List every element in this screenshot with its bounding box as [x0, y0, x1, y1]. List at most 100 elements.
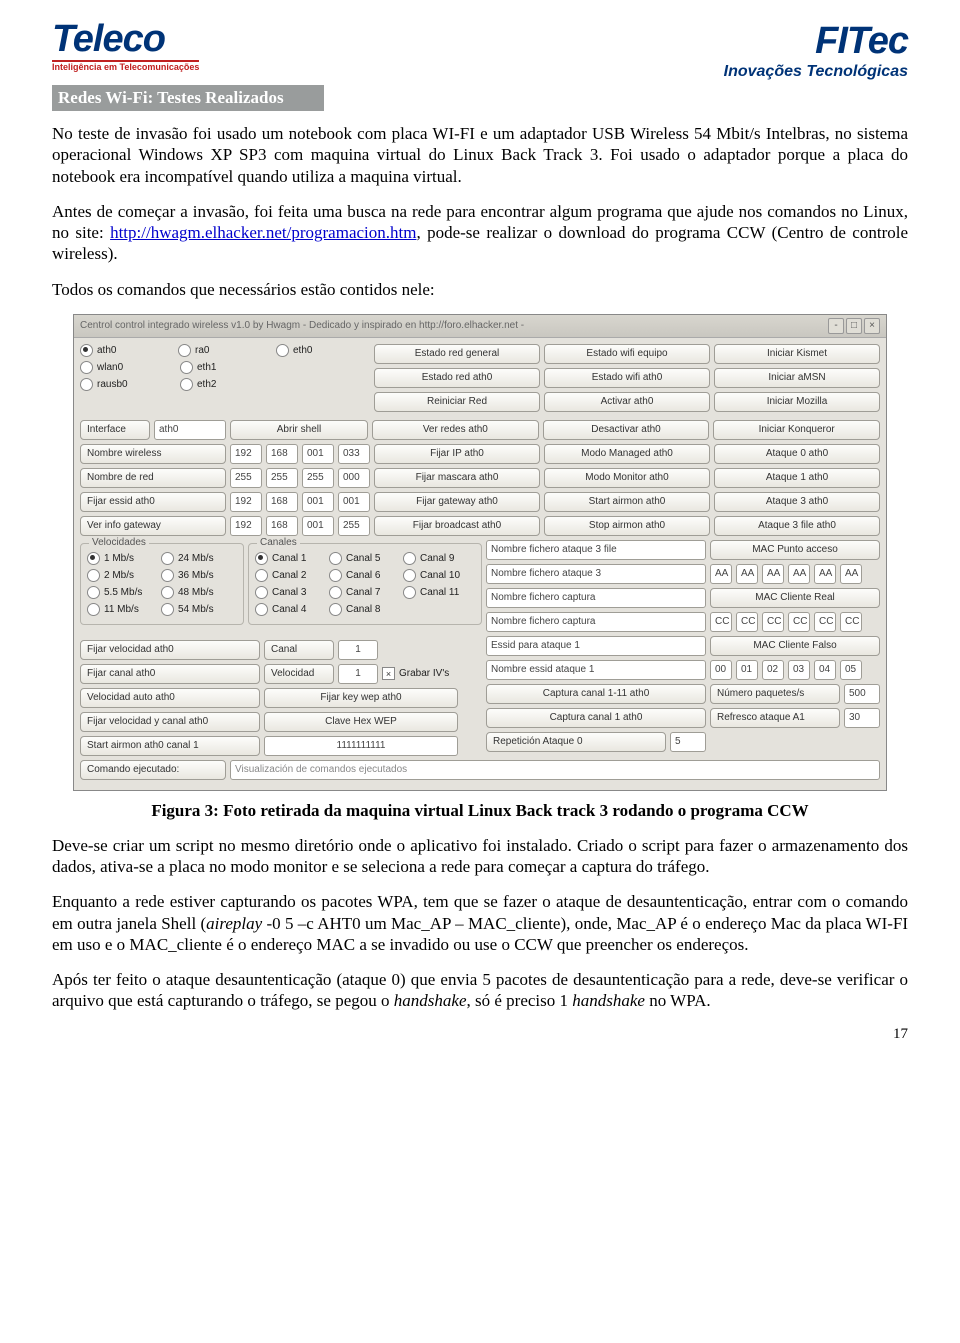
fijar-vel-canal-button[interactable]: Fijar velocidad y canal ath0: [80, 712, 260, 732]
gw-o4[interactable]: 001: [338, 492, 370, 512]
ip1-o4[interactable]: 033: [338, 444, 370, 464]
grabar-ivs-checkbox[interactable]: ×Grabar IV's: [382, 664, 449, 684]
reiniciar-red-button[interactable]: Reiniciar Red: [374, 392, 540, 412]
bc-o1[interactable]: 192: [230, 516, 262, 536]
fijar-key-wep-button[interactable]: Fijar key wep ath0: [264, 688, 458, 708]
num-paquetes-input[interactable]: 500: [844, 684, 880, 704]
refresco-input[interactable]: 30: [844, 708, 880, 728]
canal-2[interactable]: Canal 2: [255, 569, 325, 582]
canal-1[interactable]: Canal 1: [255, 552, 325, 565]
fijar-ip-button[interactable]: Fijar IP ath0: [374, 444, 540, 464]
minimize-icon[interactable]: -: [828, 318, 844, 334]
vel-48[interactable]: 48 Mb/s: [161, 586, 214, 599]
maximize-icon[interactable]: □: [846, 318, 862, 334]
fijar-velocidad-button[interactable]: Fijar velocidad ath0: [80, 640, 260, 660]
iniciar-kismet-button[interactable]: Iniciar Kismet: [714, 344, 880, 364]
iface-eth2[interactable]: eth2: [180, 378, 276, 391]
mac-cf-1[interactable]: 00: [710, 660, 732, 680]
ataque3-file-button[interactable]: Ataque 3 file ath0: [714, 516, 880, 536]
velocidad-auto-button[interactable]: Velocidad auto ath0: [80, 688, 260, 708]
iface-ra0[interactable]: ra0: [178, 344, 272, 357]
vel-24[interactable]: 24 Mb/s: [161, 552, 214, 565]
fijar-essid-button[interactable]: Fijar essid ath0: [80, 492, 226, 512]
mac-cf-2[interactable]: 01: [736, 660, 758, 680]
canal-3[interactable]: Canal 3: [255, 586, 325, 599]
mask-o4[interactable]: 000: [338, 468, 370, 488]
iface-eth0[interactable]: eth0: [276, 344, 370, 357]
vel-1[interactable]: 1 Mb/s: [87, 552, 157, 565]
iface-wlan0[interactable]: wlan0: [80, 361, 176, 374]
fichero-captura1-input[interactable]: Nombre fichero captura: [486, 588, 706, 608]
iniciar-amsn-button[interactable]: Iniciar aMSN: [714, 368, 880, 388]
nombre-wireless-button[interactable]: Nombre wireless: [80, 444, 226, 464]
canal-8[interactable]: Canal 8: [329, 603, 399, 616]
canal-4[interactable]: Canal 4: [255, 603, 325, 616]
estado-red-general-button[interactable]: Estado red general: [374, 344, 540, 364]
essid-ataque1-input[interactable]: Essid para ataque 1: [486, 636, 706, 656]
ataque3-button[interactable]: Ataque 3 ath0: [714, 492, 880, 512]
bc-o3[interactable]: 001: [302, 516, 334, 536]
ip1-o2[interactable]: 168: [266, 444, 298, 464]
stop-airmon-button[interactable]: Stop airmon ath0: [544, 516, 710, 536]
fichero-ataque3file-input[interactable]: Nombre fichero ataque 3 file: [486, 540, 706, 560]
mac-ap-4[interactable]: AA: [788, 564, 810, 584]
gw-o3[interactable]: 001: [302, 492, 334, 512]
start-airmon-button[interactable]: Start airmon ath0: [544, 492, 710, 512]
activar-ath0-button[interactable]: Activar ath0: [544, 392, 710, 412]
abrir-shell-button[interactable]: Abrir shell: [230, 420, 368, 440]
gw-o1[interactable]: 192: [230, 492, 262, 512]
fijar-mascara-button[interactable]: Fijar mascara ath0: [374, 468, 540, 488]
fijar-broadcast-button[interactable]: Fijar broadcast ath0: [374, 516, 540, 536]
bc-o4[interactable]: 255: [338, 516, 370, 536]
ip1-o3[interactable]: 001: [302, 444, 334, 464]
nombre-essid-ataque1-input[interactable]: Nombre essid ataque 1: [486, 660, 706, 680]
mask-o3[interactable]: 255: [302, 468, 334, 488]
mac-cr-3[interactable]: CC: [762, 612, 784, 632]
mac-cr-4[interactable]: CC: [788, 612, 810, 632]
vel-54[interactable]: 54 Mb/s: [161, 603, 214, 616]
modo-monitor-button[interactable]: Modo Monitor ath0: [544, 468, 710, 488]
interface-input[interactable]: ath0: [154, 420, 226, 440]
canal-input[interactable]: 1: [338, 640, 378, 660]
canal-6[interactable]: Canal 6: [329, 569, 399, 582]
fijar-canal-button[interactable]: Fijar canal ath0: [80, 664, 260, 684]
mac-ap-2[interactable]: AA: [736, 564, 758, 584]
mac-ap-5[interactable]: AA: [814, 564, 836, 584]
velocidad-input[interactable]: 1: [338, 664, 378, 684]
mac-cf-5[interactable]: 04: [814, 660, 836, 680]
nombre-red-button[interactable]: Nombre de red: [80, 468, 226, 488]
ip1-o1[interactable]: 192: [230, 444, 262, 464]
mac-cf-6[interactable]: 05: [840, 660, 862, 680]
canal-11[interactable]: Canal 11: [403, 586, 459, 599]
fichero-captura2-input[interactable]: Nombre fichero captura: [486, 612, 706, 632]
start-airmon-canal1-button[interactable]: Start airmon ath0 canal 1: [80, 736, 260, 756]
canal-5[interactable]: Canal 5: [329, 552, 399, 565]
mac-ap-3[interactable]: AA: [762, 564, 784, 584]
mac-cf-3[interactable]: 02: [762, 660, 784, 680]
ver-redes-button[interactable]: Ver redes ath0: [372, 420, 539, 440]
mac-cr-6[interactable]: CC: [840, 612, 862, 632]
desactivar-ath0-button[interactable]: Desactivar ath0: [543, 420, 710, 440]
vel-36[interactable]: 36 Mb/s: [161, 569, 214, 582]
mask-o1[interactable]: 255: [230, 468, 262, 488]
ataque1-button[interactable]: Ataque 1 ath0: [714, 468, 880, 488]
estado-red-ath0-button[interactable]: Estado red ath0: [374, 368, 540, 388]
captura-1-11-button[interactable]: Captura canal 1-11 ath0: [486, 684, 706, 704]
mac-cr-5[interactable]: CC: [814, 612, 836, 632]
iface-rausb0[interactable]: rausb0: [80, 378, 176, 391]
estado-wifi-equipo-button[interactable]: Estado wifi equipo: [544, 344, 710, 364]
repeticion-input[interactable]: 5: [670, 732, 706, 752]
elhacker-link[interactable]: http://hwagm.elhacker.net/programacion.h…: [110, 223, 416, 242]
iface-eth1[interactable]: eth1: [180, 361, 276, 374]
fichero-ataque3-input[interactable]: Nombre fichero ataque 3: [486, 564, 706, 584]
mac-cf-4[interactable]: 03: [788, 660, 810, 680]
vel-5[interactable]: 5.5 Mb/s: [87, 586, 157, 599]
canal-7[interactable]: Canal 7: [329, 586, 399, 599]
canal-9[interactable]: Canal 9: [403, 552, 454, 565]
mac-cr-1[interactable]: CC: [710, 612, 732, 632]
ver-info-gateway-button[interactable]: Ver info gateway: [80, 516, 226, 536]
vel-2[interactable]: 2 Mb/s: [87, 569, 157, 582]
bc-o2[interactable]: 168: [266, 516, 298, 536]
mac-ap-1[interactable]: AA: [710, 564, 732, 584]
iniciar-konqueror-button[interactable]: Iniciar Konqueror: [713, 420, 880, 440]
